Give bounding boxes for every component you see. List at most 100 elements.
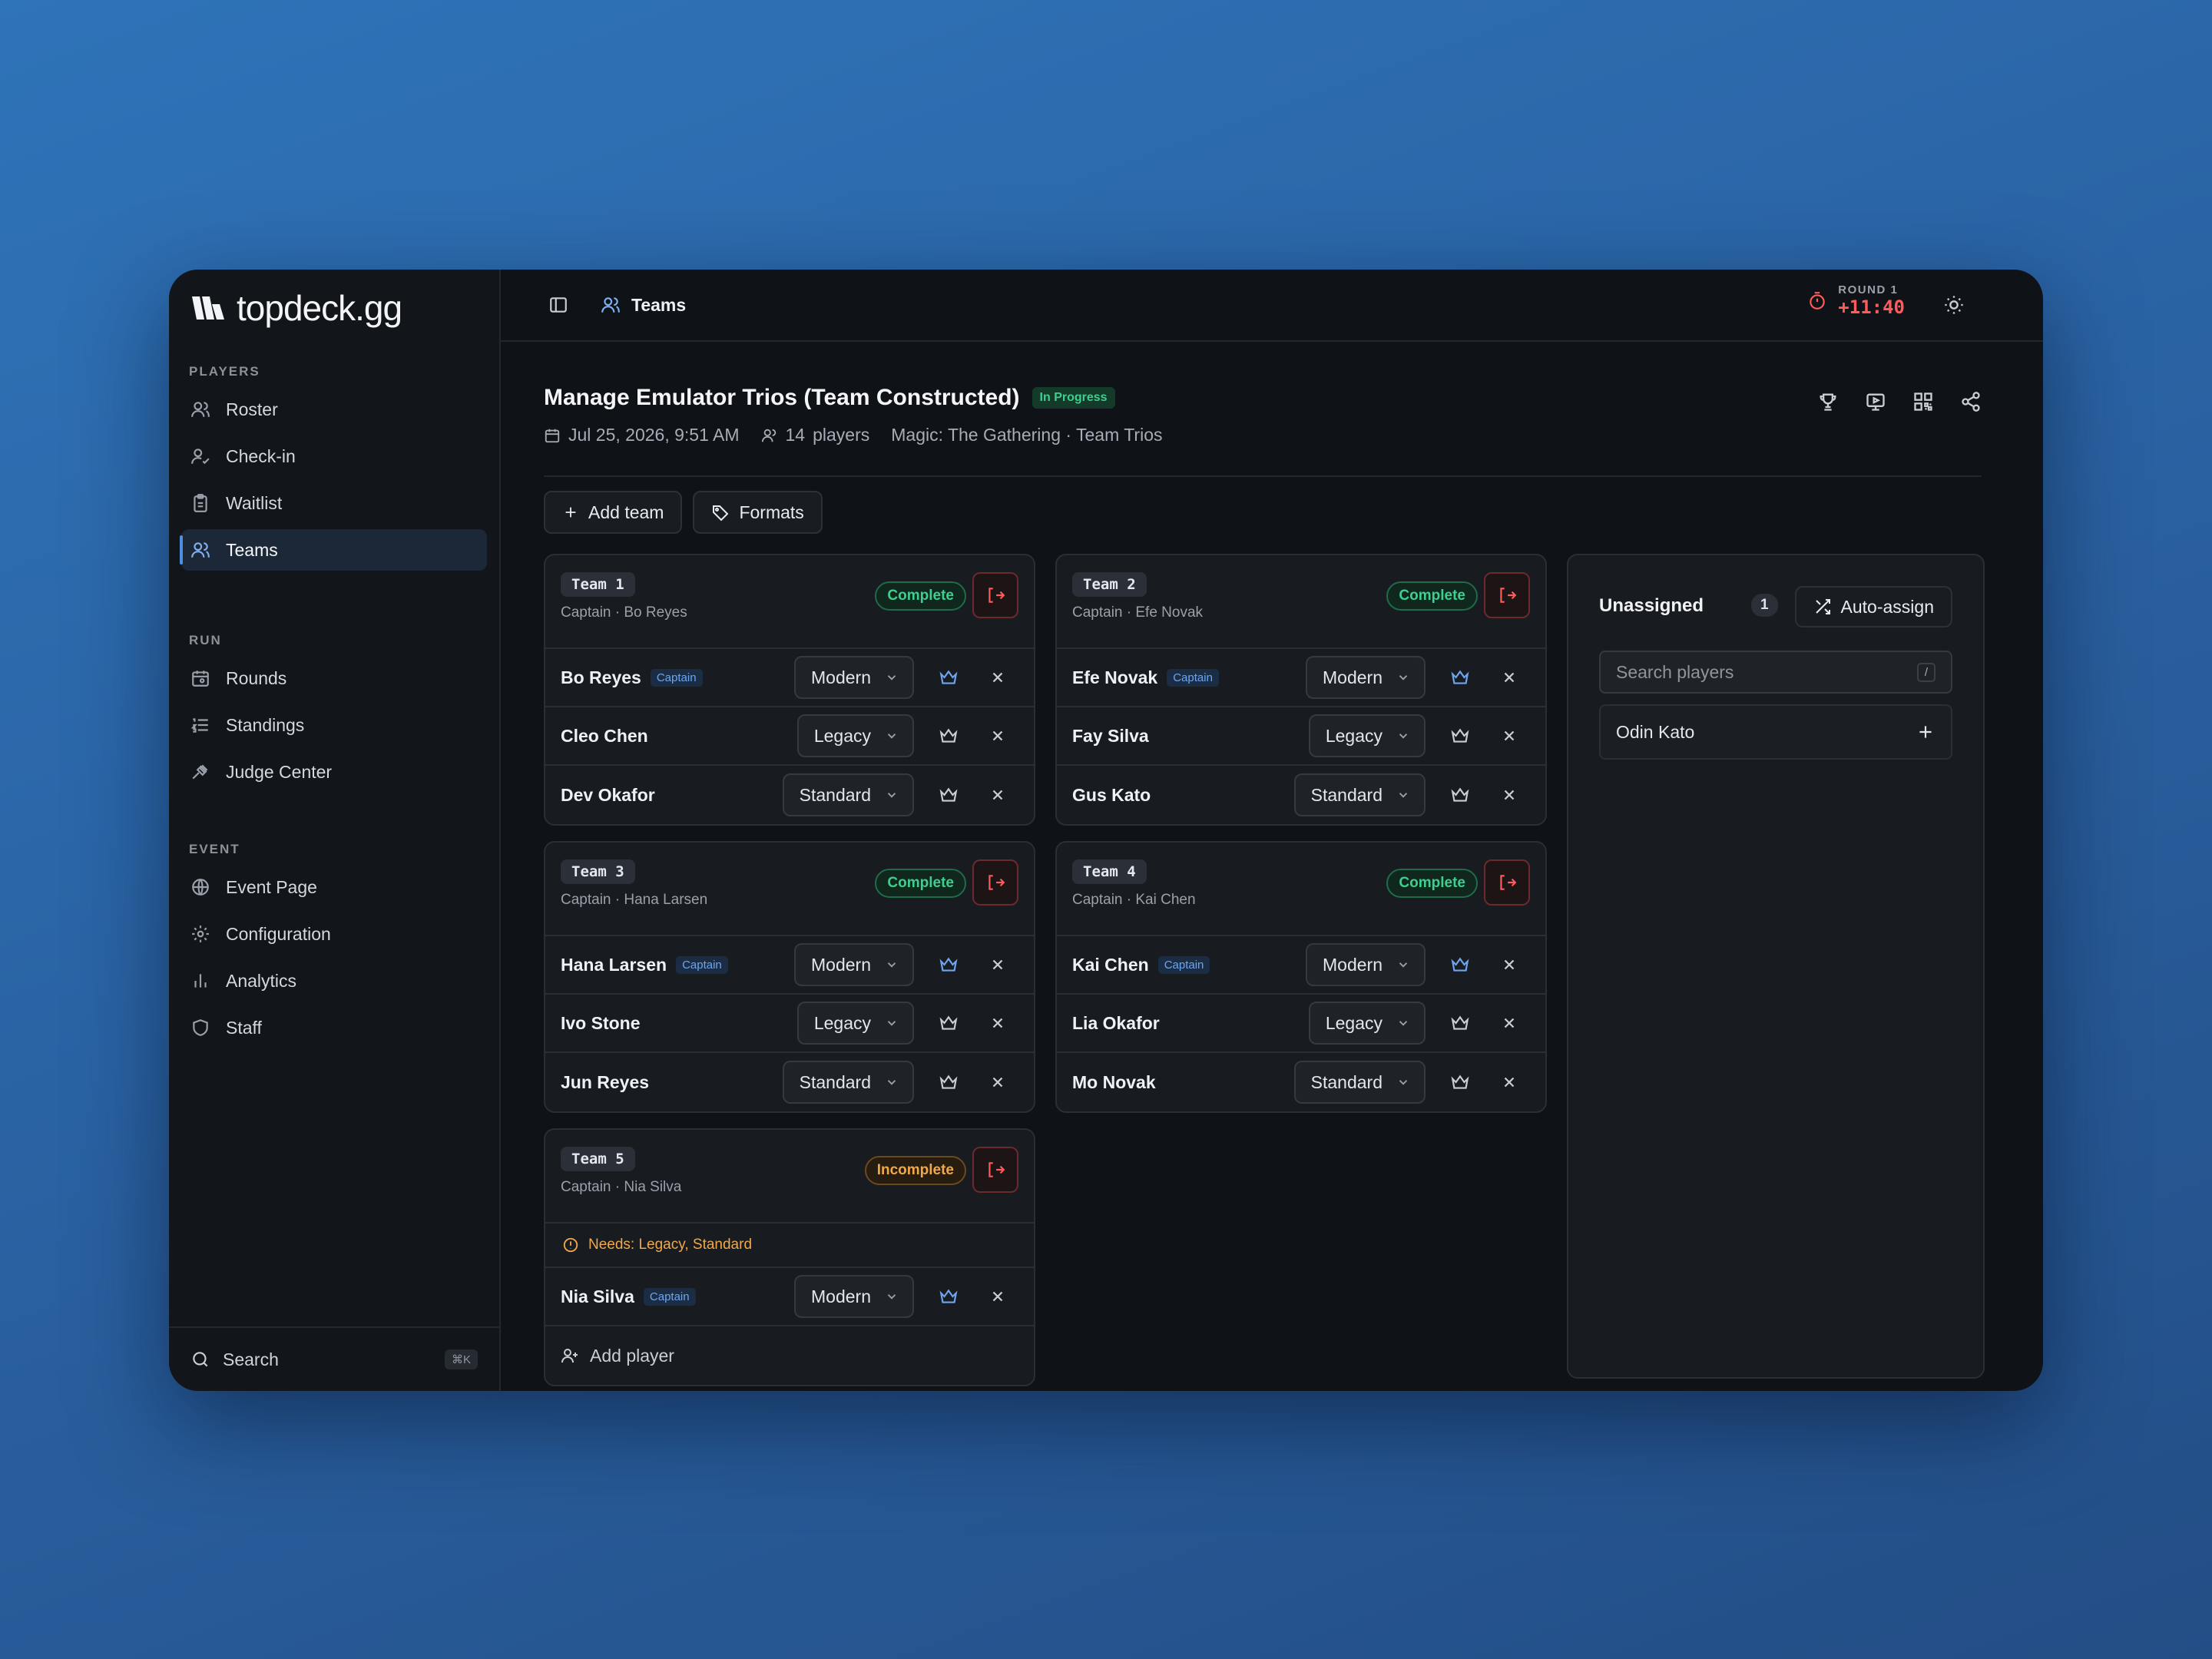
sun-icon[interactable] <box>1943 294 1965 316</box>
make-captain-button[interactable] <box>939 1013 959 1033</box>
captain-badge: Captain <box>676 955 728 974</box>
format-select[interactable]: Legacy <box>796 714 914 757</box>
disband-team-button[interactable] <box>1484 859 1530 906</box>
make-captain-button[interactable] <box>939 1286 959 1306</box>
team-card-header: Team 3 Captain · Hana Larsen Complete <box>545 843 1034 936</box>
remove-player-button[interactable] <box>1501 669 1518 686</box>
sidebar-item-analytics[interactable]: Analytics <box>181 960 487 1002</box>
remove-player-button[interactable] <box>1501 786 1518 803</box>
plus-icon[interactable] <box>1916 722 1936 742</box>
sidebar-item-event-page[interactable]: Event Page <box>181 866 487 908</box>
trophy-icon[interactable] <box>1817 391 1839 412</box>
remove-player-button[interactable] <box>989 786 1006 803</box>
make-captain-button[interactable] <box>1450 955 1470 975</box>
format-select[interactable]: Standard <box>782 773 914 816</box>
remove-player-button[interactable] <box>1501 727 1518 744</box>
remove-player-button[interactable] <box>1501 956 1518 973</box>
sidebar-search[interactable]: Search ⌘K <box>169 1326 499 1391</box>
sidebar-item-label: Standings <box>226 714 305 735</box>
qr-code-icon[interactable] <box>1912 391 1934 412</box>
remove-player-button[interactable] <box>1501 1015 1518 1031</box>
sidebar-item-check-in[interactable]: Check-in <box>181 435 487 477</box>
remove-player-button[interactable] <box>1501 1074 1518 1091</box>
search-label: Search <box>223 1349 279 1369</box>
make-captain-button[interactable] <box>1450 785 1470 805</box>
disband-team-button[interactable] <box>972 859 1018 906</box>
sidebar-item-standings[interactable]: Standings <box>181 704 487 746</box>
make-captain-button[interactable] <box>939 955 959 975</box>
close-icon <box>1504 959 1515 970</box>
make-captain-button[interactable] <box>939 1072 959 1092</box>
nav-section-players: PLAYERS Roster Check-in Waitlist Teams <box>169 360 499 571</box>
add-team-button[interactable]: Add team <box>544 491 683 534</box>
make-captain-button[interactable] <box>1450 667 1470 687</box>
add-player-button[interactable]: Add player <box>545 1326 1034 1385</box>
chevron-down-icon <box>887 962 896 968</box>
player-count-label: players <box>813 425 870 445</box>
calendar-icon <box>545 429 560 442</box>
make-captain-button[interactable] <box>1450 1072 1470 1092</box>
sidebar-item-configuration[interactable]: Configuration <box>181 913 487 955</box>
sidebar-toggle-icon[interactable] <box>548 295 568 315</box>
formats-button[interactable]: Formats <box>693 491 823 534</box>
format-select[interactable]: Legacy <box>1308 1002 1426 1045</box>
player-count: 14 <box>785 425 806 445</box>
sidebar-item-staff[interactable]: Staff <box>181 1007 487 1048</box>
disband-team-button[interactable] <box>972 572 1018 618</box>
sidebar-item-roster[interactable]: Roster <box>181 389 487 430</box>
close-icon <box>992 1077 1003 1088</box>
nav-section-event: EVENT Event Page Configuration Analytics… <box>169 838 499 1048</box>
event-meta: Jul 25, 2026, 9:51 AM 14 players Magic: … <box>544 425 1982 445</box>
close-icon <box>992 1018 1003 1028</box>
format-select[interactable]: Modern <box>794 943 914 986</box>
sidebar-item-judge-center[interactable]: Judge Center <box>181 751 487 793</box>
search-players-placeholder: Search players <box>1616 661 1734 682</box>
logo[interactable]: topdeck.gg <box>190 285 402 331</box>
remove-player-button[interactable] <box>989 669 1006 686</box>
search-players-input[interactable]: Search players / <box>1599 651 1952 694</box>
format-select[interactable]: Legacy <box>796 1002 914 1045</box>
remove-player-button[interactable] <box>989 956 1006 973</box>
sidebar-item-teams[interactable]: Teams <box>180 529 487 571</box>
format-select[interactable]: Standard <box>1293 1061 1426 1104</box>
format-select[interactable]: Standard <box>1293 773 1426 816</box>
remove-player-button[interactable] <box>989 1074 1006 1091</box>
sidebar-item-label: Teams <box>226 539 278 560</box>
add-team-label: Add team <box>588 502 664 522</box>
format-select-value: Modern <box>811 954 871 975</box>
format-select[interactable]: Standard <box>782 1061 914 1104</box>
format-select[interactable]: Modern <box>1306 943 1426 986</box>
format-select[interactable]: Modern <box>794 1275 914 1318</box>
team-card: Team 3 Captain · Hana Larsen Complete Hana … <box>544 841 1035 1113</box>
make-captain-button[interactable] <box>939 726 959 746</box>
disband-team-button[interactable] <box>972 1147 1018 1193</box>
disband-team-button[interactable] <box>1484 572 1530 618</box>
format-select[interactable]: Modern <box>794 656 914 699</box>
format-select[interactable]: Legacy <box>1308 714 1426 757</box>
close-icon <box>992 790 1003 800</box>
crown-icon <box>939 1015 958 1030</box>
users-icon <box>191 402 210 417</box>
make-captain-button[interactable] <box>939 667 959 687</box>
format-select[interactable]: Modern <box>1306 656 1426 699</box>
round-timer[interactable]: ROUND 1 +11:40 <box>1807 283 1905 318</box>
close-icon <box>992 672 1003 683</box>
remove-player-button[interactable] <box>989 727 1006 744</box>
make-captain-button[interactable] <box>1450 726 1470 746</box>
sidebar-item-rounds[interactable]: Rounds <box>181 657 487 699</box>
auto-assign-button[interactable]: Auto-assign <box>1794 586 1952 628</box>
chevron-down-icon <box>887 1080 896 1085</box>
remove-player-button[interactable] <box>989 1288 1006 1305</box>
player-row: Efe Novak Captain Modern <box>1057 649 1545 707</box>
unassigned-panel: Unassigned 1 Auto-assign Search players … <box>1567 554 1985 1379</box>
share-icon[interactable] <box>1960 391 1982 412</box>
sidebar-item-label: Staff <box>226 1017 262 1038</box>
remove-player-button[interactable] <box>989 1015 1006 1031</box>
unassigned-player-item[interactable]: Odin Kato <box>1599 704 1952 760</box>
make-captain-button[interactable] <box>1450 1013 1470 1033</box>
crown-icon <box>939 670 958 684</box>
clipboard-icon <box>194 494 207 512</box>
sidebar-item-waitlist[interactable]: Waitlist <box>181 482 487 524</box>
screen-play-icon[interactable] <box>1865 391 1886 412</box>
make-captain-button[interactable] <box>939 785 959 805</box>
